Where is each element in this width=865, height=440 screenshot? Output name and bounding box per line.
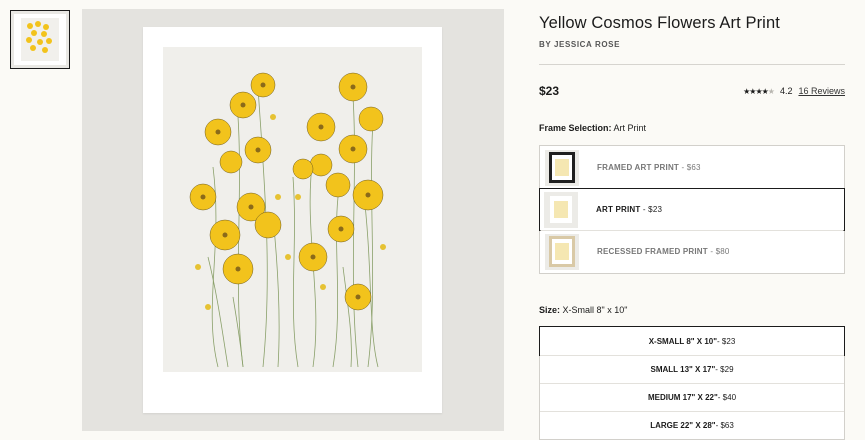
recessed-frame-icon xyxy=(545,233,579,270)
frame-selection-heading: Frame Selection: xyxy=(539,123,612,133)
product-title: Yellow Cosmos Flowers Art Print xyxy=(539,14,780,32)
size-selection-heading: Size: xyxy=(539,305,561,315)
frame-selection-current: Art Print xyxy=(613,123,647,133)
size-option-medium[interactable]: MEDIUM 17" X 22" - $40 xyxy=(540,383,844,411)
cosmos-artwork xyxy=(163,47,422,372)
size-option-name: MEDIUM 17" X 22" xyxy=(647,393,718,402)
frame-option-framed-art-print[interactable]: FRAMED ART PRINT - $63 xyxy=(540,146,844,189)
frame-option-name: ART PRINT xyxy=(596,205,641,214)
size-option-name: SMALL 13" X 17" xyxy=(650,365,716,374)
size-option-price: - $40 xyxy=(717,393,737,402)
size-option-name: LARGE 22" X 28" xyxy=(650,421,716,430)
product-thumbnail[interactable] xyxy=(10,10,70,69)
cosmos-illustration xyxy=(189,72,386,368)
product-rating: ★★★★★ 4.2 16 Reviews xyxy=(743,86,845,96)
artist-name[interactable]: BY JESSICA ROSE xyxy=(539,40,620,49)
size-option-small[interactable]: SMALL 13" X 17" - $29 xyxy=(540,355,844,383)
size-options: X-SMALL 8" X 10" - $23 SMALL 13" X 17" -… xyxy=(539,326,845,440)
size-option-price: - $29 xyxy=(715,365,734,374)
black-frame-icon xyxy=(545,149,579,186)
rating-value: 4.2 xyxy=(779,86,793,96)
size-option-large[interactable]: LARGE 22" X 28" - $63 xyxy=(540,411,844,439)
frame-option-name: FRAMED ART PRINT xyxy=(597,163,680,172)
frame-option-price: - $23 xyxy=(640,205,663,214)
size-option-price: - $23 xyxy=(717,336,736,346)
size-option-price: - $63 xyxy=(715,421,734,430)
frame-selection-label: Frame Selection: Art Print xyxy=(539,123,646,133)
product-price: $23 xyxy=(539,84,560,98)
thumbnail-artwork xyxy=(21,18,59,61)
size-selection-label: Size: X-Small 8" x 10" xyxy=(539,305,627,315)
frame-options: FRAMED ART PRINT - $63 ART PRINT - $23 R… xyxy=(539,145,845,274)
product-hero-image[interactable] xyxy=(82,9,504,431)
size-option-name: X-SMALL 8" X 10" xyxy=(648,336,718,346)
frame-option-art-print[interactable]: ART PRINT - $23 xyxy=(539,188,845,231)
no-frame-icon xyxy=(544,191,578,228)
frame-option-price: - $63 xyxy=(679,163,701,172)
frame-option-name: RECESSED FRAMED PRINT xyxy=(597,247,708,256)
size-selection-current: X-Small 8" x 10" xyxy=(562,305,628,315)
reviews-link[interactable]: 16 Reviews xyxy=(798,86,845,96)
divider xyxy=(539,64,845,65)
print-paper xyxy=(143,27,442,413)
frame-option-price: - $80 xyxy=(707,247,730,256)
size-option-x-small[interactable]: X-SMALL 8" X 10" - $23 xyxy=(539,326,845,356)
frame-option-recessed-framed-print[interactable]: RECESSED FRAMED PRINT - $80 xyxy=(540,230,844,273)
flower-blooms xyxy=(189,72,384,311)
thumbnail-paper xyxy=(14,14,66,65)
rating-stars-icon: ★★★★★ xyxy=(743,86,775,96)
